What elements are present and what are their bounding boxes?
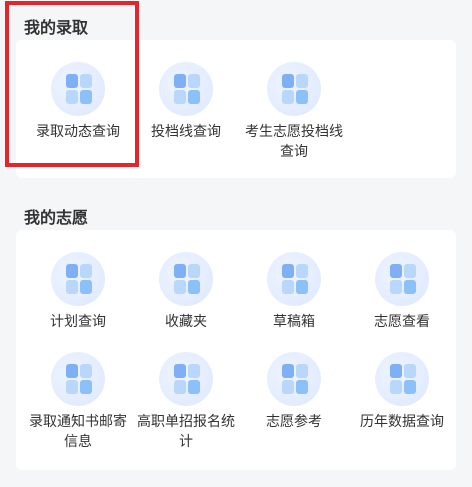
tile-drafts[interactable]: 草稿箱 (240, 252, 348, 332)
grid-icon (159, 62, 213, 116)
grid-icon (375, 252, 429, 306)
grid-icon (51, 252, 105, 306)
tile-plan-query[interactable]: 计划查询 (24, 252, 132, 332)
section-title-my-volunteer: 我的志愿 (24, 208, 89, 227)
grid-icon (51, 352, 105, 406)
tile-admission-letter-mailing[interactable]: 录取通知书邮寄信息 (24, 352, 132, 452)
tile-cutoff-line-query[interactable]: 投档线查询 (132, 62, 240, 142)
tile-label: 历年数据查询 (360, 414, 444, 430)
tile-favorites[interactable]: 收藏夹 (132, 252, 240, 332)
grid-icon (159, 252, 213, 306)
tile-label: 计划查询 (50, 314, 106, 330)
tile-label: 草稿箱 (273, 314, 315, 330)
tile-volunteer-reference[interactable]: 志愿参考 (240, 352, 348, 432)
tile-label: 考生志愿投档线查询 (245, 124, 343, 160)
tile-label: 投档线查询 (151, 124, 221, 140)
grid-icon (375, 352, 429, 406)
tile-candidate-cutoff-query[interactable]: 考生志愿投档线查询 (240, 62, 348, 162)
grid-icon (267, 252, 321, 306)
tile-label: 收藏夹 (165, 314, 207, 330)
grid-icon (267, 62, 321, 116)
grid-icon (159, 352, 213, 406)
tile-label: 志愿查看 (374, 314, 430, 330)
grid-icon (267, 352, 321, 406)
tile-label: 录取通知书邮寄信息 (29, 414, 127, 450)
volunteer-card: 计划查询 收藏夹 草稿箱 志愿查看 录取通知书邮寄信息 高职单招报名统计 志愿参… (16, 230, 456, 470)
highlight-box (5, 1, 139, 167)
tile-historical-data-query[interactable]: 历年数据查询 (348, 352, 456, 432)
tile-label: 志愿参考 (266, 414, 322, 430)
tile-label: 高职单招报名统计 (137, 414, 235, 450)
tile-volunteer-view[interactable]: 志愿查看 (348, 252, 456, 332)
tile-vocational-enrollment-stats[interactable]: 高职单招报名统计 (132, 352, 240, 452)
